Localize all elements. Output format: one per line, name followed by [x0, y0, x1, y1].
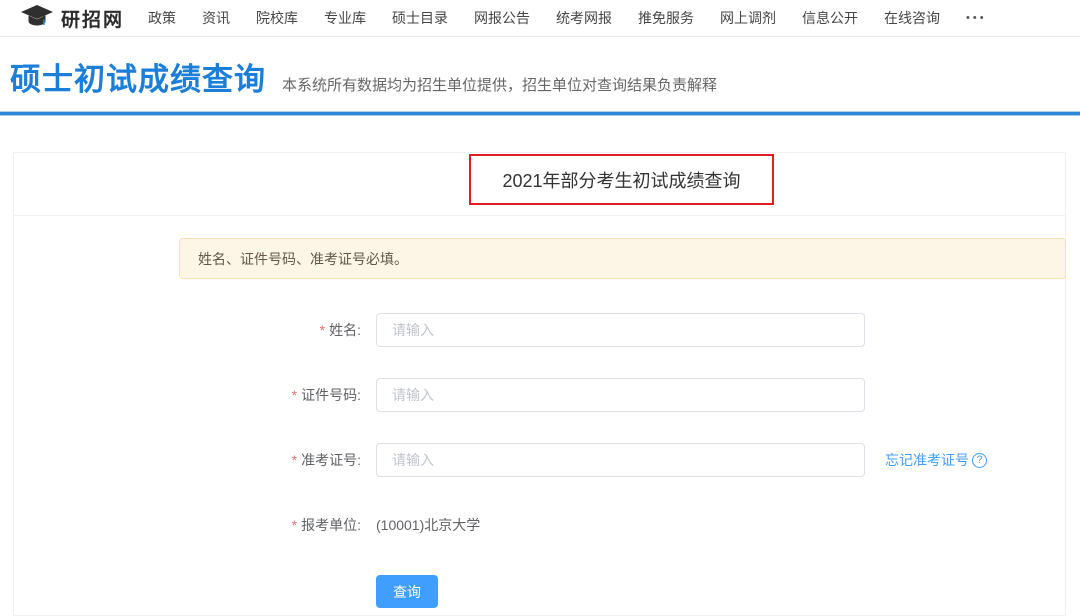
nav-item-exemption[interactable]: 推免服务 [638, 8, 694, 28]
page-header: 硕士初试成绩查询 本系统所有数据均为招生单位提供，招生单位对查询结果负责解释 [10, 54, 717, 99]
alert-text: 姓名、证件号码、准考证号必填。 [198, 249, 408, 269]
name-input[interactable] [376, 313, 865, 347]
form-row-id-number: *证件号码: [179, 378, 1066, 412]
required-mark: * [292, 387, 297, 403]
site-logo-text: 研招网 [61, 5, 124, 32]
ellipsis-icon[interactable]: ••• [966, 12, 987, 24]
form-row-name: *姓名: [179, 313, 1066, 347]
page-title: 硕士初试成绩查询 [10, 54, 266, 99]
graduation-cap-icon [20, 4, 54, 33]
nav-item-colleges[interactable]: 院校库 [256, 8, 298, 28]
nav-item-news[interactable]: 资讯 [202, 8, 230, 28]
blue-divider [0, 111, 1080, 116]
nav-menu: 政策 资讯 院校库 专业库 硕士目录 网报公告 统考网报 推免服务 网上调剂 信… [148, 8, 940, 28]
nav-item-notice[interactable]: 网报公告 [474, 8, 530, 28]
nav-item-majors[interactable]: 专业库 [324, 8, 366, 28]
query-panel: 2021年部分考生初试成绩查询 姓名、证件号码、准考证号必填。 *姓名: *证件… [13, 152, 1066, 616]
university-label: *报考单位: [179, 508, 361, 542]
top-navbar: 研招网 政策 资讯 院校库 专业库 硕士目录 网报公告 统考网报 推免服务 网上… [0, 0, 1080, 37]
required-mark: * [292, 517, 297, 533]
form-row-ticket-number: *准考证号: 忘记准考证号 ? [179, 443, 1066, 477]
query-button[interactable]: 查询 [376, 575, 438, 608]
page-subtitle: 本系统所有数据均为招生单位提供，招生单位对查询结果负责解释 [282, 74, 717, 95]
university-value: (10001)北京大学 [376, 508, 480, 542]
site-logo[interactable]: 研招网 [20, 4, 124, 33]
name-label: *姓名: [179, 313, 361, 347]
id-number-input[interactable] [376, 378, 865, 412]
nav-item-policy[interactable]: 政策 [148, 8, 176, 28]
ticket-number-input[interactable] [376, 443, 865, 477]
panel-header: 2021年部分考生初试成绩查询 [14, 153, 1065, 216]
required-fields-alert: 姓名、证件号码、准考证号必填。 [179, 238, 1066, 279]
panel-title: 2021年部分考生初试成绩查询 [502, 167, 740, 193]
required-mark: * [292, 452, 297, 468]
red-annotation-box: 2021年部分考生初试成绩查询 [469, 154, 774, 205]
form-row-university: *报考单位: (10001)北京大学 [179, 508, 1066, 542]
question-circle-icon: ? [972, 453, 987, 468]
nav-item-consult[interactable]: 在线咨询 [884, 8, 940, 28]
nav-item-catalog[interactable]: 硕士目录 [392, 8, 448, 28]
id-number-label: *证件号码: [179, 378, 361, 412]
nav-item-register[interactable]: 统考网报 [556, 8, 612, 28]
required-mark: * [320, 322, 325, 338]
forgot-ticket-link[interactable]: 忘记准考证号 ? [885, 450, 987, 470]
nav-item-adjustment[interactable]: 网上调剂 [720, 8, 776, 28]
nav-item-disclosure[interactable]: 信息公开 [802, 8, 858, 28]
ticket-number-label: *准考证号: [179, 443, 361, 477]
